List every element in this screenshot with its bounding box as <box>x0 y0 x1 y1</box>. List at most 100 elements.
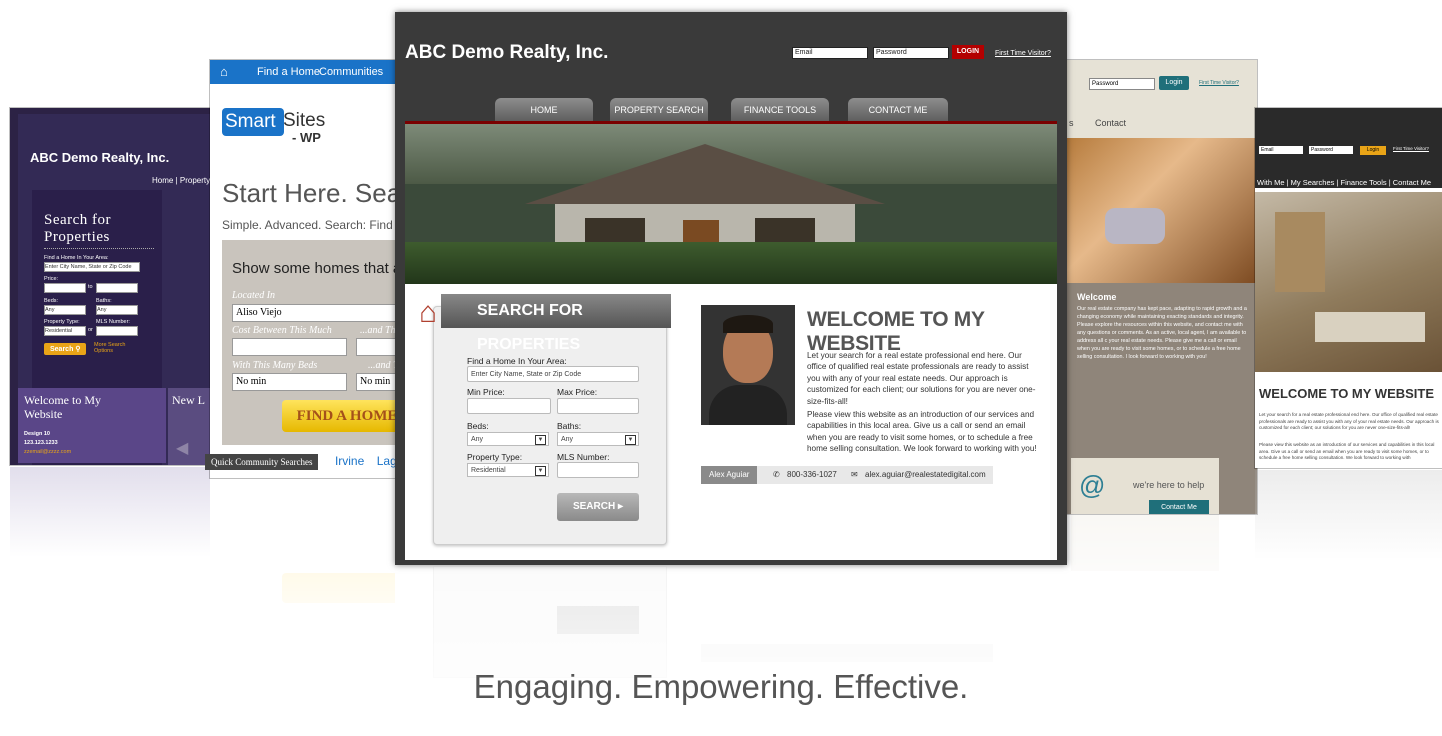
right-site-1-first-time[interactable]: First Time Visitor? <box>1199 80 1239 86</box>
mls-number-input[interactable] <box>557 462 639 478</box>
chevron-down-icon: ▼ <box>535 466 546 476</box>
left-site-prop-type-select[interactable]: Residential <box>44 326 86 336</box>
right-site-1-nav-contact[interactable]: Contact <box>1095 118 1126 128</box>
main-content: SEARCH FOR PROPERTIES ⌂ Find a Home In Y… <box>405 284 1057 560</box>
right-site-2-login-button[interactable]: Login <box>1360 146 1386 155</box>
arrow-left-icon[interactable]: ◀ <box>176 438 188 458</box>
beds-min-select[interactable]: No min <box>232 373 347 391</box>
right-site-1-hero-image <box>1065 138 1257 283</box>
search-button-label: SEARCH <box>572 501 616 512</box>
find-home-input[interactable]: Enter City Name, State or Zip Code <box>467 366 639 382</box>
max-price-input[interactable] <box>557 398 639 414</box>
smartsites-screenshot: ⌂ Find a Home Communities Smart Sites - … <box>210 60 395 478</box>
find-a-home-button[interactable]: FIND A HOME <box>282 400 395 432</box>
left-site-welcome-2: Website <box>24 407 63 421</box>
agent-phone[interactable]: 800-336-1027 <box>787 466 837 484</box>
chair-shape <box>1105 208 1165 244</box>
reflection-fade <box>210 478 395 648</box>
right-site-2-welcome-text-2: Please view this website as an introduct… <box>1259 442 1435 460</box>
main-first-time-visitor[interactable]: First Time Visitor? <box>995 50 1051 57</box>
right-site-1-nav-s[interactable]: s <box>1069 118 1074 128</box>
tab-finance-tools[interactable]: FINANCE TOOLS <box>731 98 829 122</box>
left-site-mls-input[interactable] <box>96 326 138 336</box>
tab-contact-me[interactable]: CONTACT ME <box>848 98 948 122</box>
right-site-2-first-time[interactable]: First Time Visitor? <box>1393 146 1429 151</box>
nav-communities[interactable]: Communities <box>319 66 383 78</box>
welcome-title: WELCOME TO MY WEBSITE <box>807 308 985 355</box>
house-window-left <box>585 218 645 244</box>
left-site-beds-select[interactable]: Any <box>44 305 86 315</box>
right-site-2-nav[interactable]: With Me | My Searches | Finance Tools | … <box>1257 178 1431 187</box>
right-site-1-screenshot: Password Login First Time Visitor? s Con… <box>1065 60 1257 514</box>
search-button[interactable]: SEARCH ▸ <box>557 493 639 521</box>
agent-contact-bar: Alex Aguiar ✆ 800-336-1027 ✉ alex.aguiar… <box>701 466 993 484</box>
house-roof <box>525 144 885 204</box>
hero-house-image <box>405 124 1057 284</box>
left-site-email[interactable]: zzemail@zzzz.com <box>24 449 71 455</box>
house-magnifier-icon: ⌂ <box>419 296 438 329</box>
search-icon: ⚲ <box>75 346 81 353</box>
quick-search-link-irvine[interactable]: Irvine <box>335 454 364 468</box>
agent-email[interactable]: alex.aguiar@realestatedigital.com <box>865 466 986 484</box>
beds-select-value: Any <box>471 436 484 443</box>
left-site-find-input[interactable]: Enter City Name, State or Zip Code <box>44 262 140 272</box>
property-type-select[interactable]: Residential ▼ <box>467 463 549 477</box>
reflection-fade <box>405 566 1057 736</box>
main-email-input[interactable]: Email <box>792 47 868 59</box>
right-site-2-email-input[interactable]: Email <box>1259 146 1303 154</box>
cost-label: Cost Between This Much <box>232 325 332 336</box>
email-at-icon: @ <box>1079 470 1106 500</box>
agent-photo <box>701 305 795 425</box>
welcome-paragraph-1: Let your search for a real estate profes… <box>807 351 1036 406</box>
max-price-label: Max Price: <box>557 387 598 397</box>
right-site-1-login-button[interactable]: Login <box>1159 76 1189 90</box>
main-site-screenshot: ABC Demo Realty, Inc. Email Password LOG… <box>395 12 1067 565</box>
left-site-baths-select[interactable]: Any <box>96 305 138 315</box>
min-price-input[interactable] <box>467 398 551 414</box>
left-site-search-button[interactable]: Search ⚲ <box>44 343 87 355</box>
house-window-right <box>755 218 815 244</box>
left-site-price-max[interactable] <box>96 283 138 293</box>
find-home-label: Find a Home In Your Area: <box>467 356 567 366</box>
agent-name: Alex Aguiar <box>701 466 758 484</box>
hero-shrubs <box>405 242 1057 284</box>
left-site-nav[interactable]: Home | Property <box>152 176 218 185</box>
left-site-search-heading-1: Search for <box>44 212 112 228</box>
right-site-2-screenshot: Email Password Login First Time Visitor?… <box>1255 108 1442 468</box>
nav-find-a-home[interactable]: Find a Home <box>257 66 320 78</box>
left-site-price-min[interactable] <box>44 283 86 293</box>
left-site-more-options[interactable]: More Search Options <box>94 342 134 354</box>
right-site-1-password-input[interactable]: Password <box>1089 78 1155 90</box>
smartsites-logo: Smart <box>222 108 284 136</box>
beds-max-select[interactable]: No min <box>356 373 395 391</box>
left-site-search-button-label: Search <box>50 346 74 353</box>
right-site-1-reflection <box>1065 515 1257 625</box>
left-site-baths-label: Baths: <box>96 298 112 304</box>
smartsites-headline: Start Here. Sea <box>222 178 395 208</box>
min-price-label: Min Price: <box>467 387 505 397</box>
cost-min-input[interactable] <box>232 338 347 356</box>
home-icon[interactable]: ⌂ <box>220 64 228 79</box>
smartsites-panel-title: Show some homes that are... <box>232 260 395 277</box>
quick-search-tag: Quick Community Searches <box>205 454 319 470</box>
cost-max-input[interactable] <box>356 338 395 356</box>
mail-icon: ✉ <box>851 470 858 479</box>
main-password-input[interactable]: Password <box>873 47 949 59</box>
located-input[interactable]: Aliso Viejo <box>232 304 395 322</box>
beds-label: With This Many Beds <box>232 360 318 371</box>
tab-home[interactable]: HOME <box>495 98 593 122</box>
property-type-label: Property Type: <box>467 452 523 462</box>
shelf-shape <box>1275 212 1325 292</box>
phone-icon: ✆ <box>773 470 780 479</box>
right-site-1-contact-button[interactable]: Contact Me <box>1149 500 1209 514</box>
baths-select[interactable]: Any ▼ <box>557 432 639 446</box>
beds-select[interactable]: Any ▼ <box>467 432 549 446</box>
smartsites-reflection <box>210 478 395 648</box>
right-site-2-reflection <box>1255 470 1442 560</box>
right-site-2-password-input[interactable]: Password <box>1309 146 1353 154</box>
chevron-down-icon: ▼ <box>535 435 546 445</box>
tab-property-search[interactable]: PROPERTY SEARCH <box>610 98 708 122</box>
left-site-welcome-1: Welcome to My <box>24 393 102 407</box>
main-site-brand: ABC Demo Realty, Inc. <box>405 42 609 63</box>
main-login-button[interactable]: LOGIN <box>952 45 984 59</box>
